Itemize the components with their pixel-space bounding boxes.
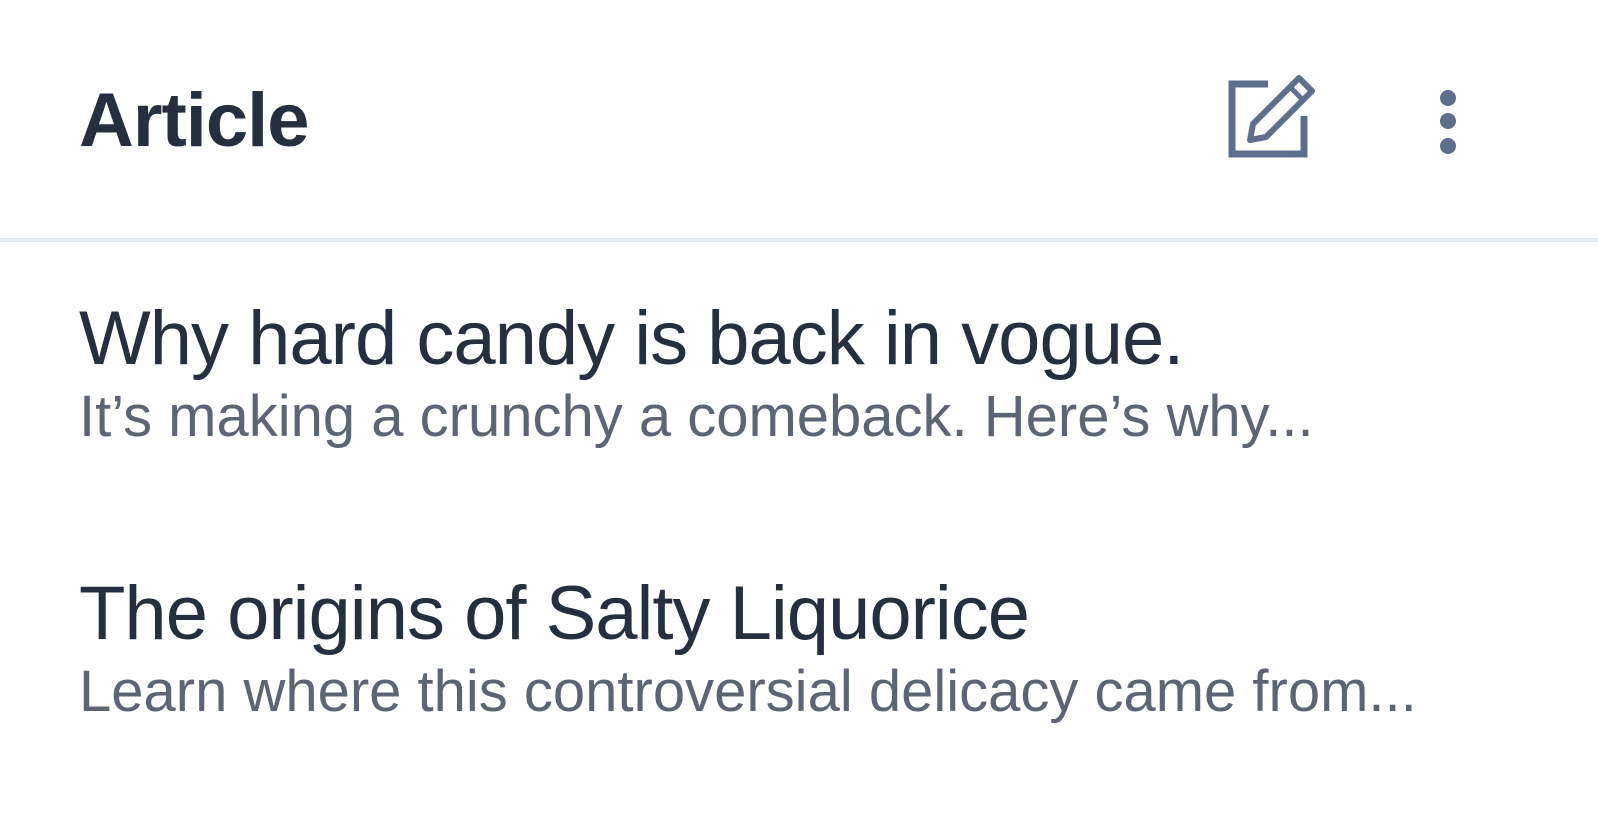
edit-icon <box>1228 75 1315 158</box>
article-subtitle: Learn where this controversial delicacy … <box>79 659 1417 724</box>
article-title: Why hard candy is back in vogue. <box>79 296 1184 381</box>
article-subtitle: It’s making a crunchy a comeback. Here’s… <box>79 384 1314 449</box>
more-vertical-icon <box>1440 90 1456 154</box>
article-title: The origins of Salty Liquorice <box>79 571 1030 656</box>
page-title: Article <box>79 78 310 163</box>
list-item[interactable]: Why hard candy is back in vogue. It’s ma… <box>79 296 1538 450</box>
list-item[interactable]: The origins of Salty Liquorice Learn whe… <box>79 571 1538 725</box>
edit-button[interactable] <box>1222 68 1322 168</box>
more-options-button[interactable] <box>1418 88 1478 178</box>
app-header: Article <box>0 0 1598 242</box>
